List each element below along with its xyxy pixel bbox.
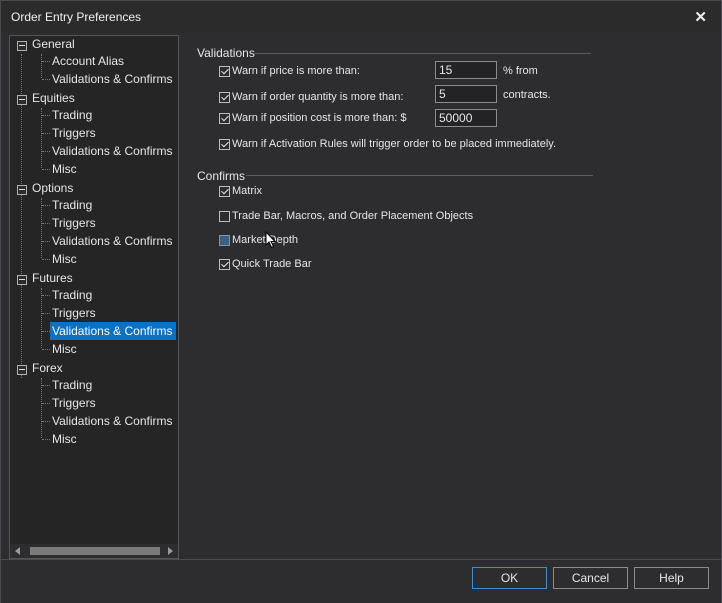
tree-node-general-account-alias[interactable]: Account Alias: [50, 52, 127, 70]
tree-connector: [42, 331, 50, 332]
tree-node-equities[interactable]: Equities: [32, 89, 75, 107]
tree-connector: [41, 288, 42, 348]
tree-node-forex-trading[interactable]: Trading: [50, 376, 95, 394]
scroll-left-icon[interactable]: [15, 547, 20, 555]
close-icon[interactable]: ✕: [694, 8, 707, 26]
tree-node-options-validations[interactable]: Validations & Confirms: [50, 232, 176, 250]
tree-node-forex-misc[interactable]: Misc: [50, 430, 80, 448]
position-cost-input[interactable]: [435, 109, 497, 127]
tree-connector: [42, 223, 50, 224]
tree-connector: [42, 115, 50, 116]
scroll-right-icon[interactable]: [168, 547, 173, 555]
cancel-button[interactable]: Cancel: [553, 567, 628, 589]
warn-quantity-label: Warn if order quantity is more than:: [232, 91, 404, 103]
confirm-tradebar-checkbox[interactable]: [219, 211, 230, 222]
help-button[interactable]: Help: [634, 567, 709, 589]
tree-node-options[interactable]: Options: [32, 179, 73, 197]
tree-connector: [42, 349, 50, 350]
tree-node-forex-triggers[interactable]: Triggers: [50, 394, 99, 412]
confirm-market-depth-checkbox[interactable]: [219, 235, 230, 246]
warn-price-checkbox[interactable]: [219, 66, 230, 77]
tree-node-general[interactable]: General: [32, 36, 75, 53]
warn-activation-checkbox[interactable]: [219, 139, 230, 150]
tree-node-equities-trading[interactable]: Trading: [50, 106, 95, 124]
warn-quantity-checkbox[interactable]: [219, 92, 230, 103]
tree-connector: [42, 169, 50, 170]
collapse-toggle-icon[interactable]: [17, 275, 27, 285]
tree-node-futures[interactable]: Futures: [32, 269, 73, 287]
tree-connector: [42, 133, 50, 134]
tree-connector: [42, 439, 50, 440]
confirm-matrix-checkbox[interactable]: [219, 186, 230, 197]
tree-node-equities-validations[interactable]: Validations & Confirms: [50, 142, 176, 160]
tree-connector: [42, 79, 50, 80]
confirm-quick-trade-bar-label: Quick Trade Bar: [232, 258, 312, 270]
tree-connector: [42, 151, 50, 152]
window-title: Order Entry Preferences: [11, 10, 142, 24]
collapse-toggle-icon[interactable]: [17, 365, 27, 375]
quantity-threshold-input[interactable]: [435, 85, 497, 103]
confirm-quick-trade-bar-checkbox[interactable]: [219, 259, 230, 270]
tree-connector: [42, 241, 50, 242]
title-bar: Order Entry Preferences ✕: [1, 1, 721, 33]
tree-connector: [42, 205, 50, 206]
tree-connector: [41, 108, 42, 168]
tree-node-forex[interactable]: Forex: [32, 359, 63, 377]
collapse-toggle-icon[interactable]: [17, 185, 27, 195]
horizontal-scrollbar[interactable]: [10, 544, 178, 558]
tree-node-general-validations[interactable]: Validations & Confirms: [50, 70, 176, 88]
tree-connector: [42, 259, 50, 260]
collapse-toggle-icon[interactable]: [17, 95, 27, 105]
tree-node-forex-validations[interactable]: Validations & Confirms: [50, 412, 176, 430]
tree-connector: [41, 378, 42, 438]
scrollbar-thumb[interactable]: [30, 547, 160, 555]
collapse-toggle-icon[interactable]: [17, 41, 27, 51]
warn-position-checkbox[interactable]: [219, 113, 230, 124]
tree-node-futures-trading[interactable]: Trading: [50, 286, 95, 304]
mouse-cursor-icon: [265, 231, 277, 249]
tree-connector: [42, 403, 50, 404]
tree-node-equities-triggers[interactable]: Triggers: [50, 124, 99, 142]
confirms-divider: [246, 175, 593, 176]
warn-activation-label: Warn if Activation Rules will trigger or…: [232, 138, 557, 150]
tree-node-equities-misc[interactable]: Misc: [50, 160, 80, 178]
tree-node-futures-misc[interactable]: Misc: [50, 340, 80, 358]
tree-node-options-misc[interactable]: Misc: [50, 250, 80, 268]
tree-connector: [42, 421, 50, 422]
tree-connector: [42, 295, 50, 296]
tree-node-futures-validations[interactable]: Validations & Confirms: [50, 322, 176, 340]
tree-node-options-trading[interactable]: Trading: [50, 196, 95, 214]
price-threshold-input[interactable]: [435, 61, 497, 79]
tree-connector: [42, 313, 50, 314]
warn-position-label: Warn if position cost is more than: $: [232, 112, 407, 124]
validations-divider: [253, 53, 591, 54]
ok-button[interactable]: OK: [472, 567, 547, 589]
tree-connector: [41, 54, 42, 78]
preferences-tree: General Account Alias Validations & Conf…: [9, 35, 179, 559]
warn-price-label: Warn if price is more than:: [232, 65, 360, 77]
validations-heading: Validations: [197, 46, 255, 60]
price-suffix: % from: [503, 65, 538, 77]
quantity-suffix: contracts.: [503, 89, 551, 101]
confirm-tradebar-label: Trade Bar, Macros, and Order Placement O…: [232, 210, 474, 222]
tree-node-futures-triggers[interactable]: Triggers: [50, 304, 99, 322]
tree-node-options-triggers[interactable]: Triggers: [50, 214, 99, 232]
tree-connector: [42, 61, 50, 62]
confirm-matrix-label: Matrix: [232, 185, 262, 197]
tree-connector: [42, 385, 50, 386]
confirms-heading: Confirms: [197, 169, 246, 183]
preferences-window: Order Entry Preferences ✕ General Accoun…: [0, 0, 722, 603]
tree-connector: [41, 198, 42, 258]
